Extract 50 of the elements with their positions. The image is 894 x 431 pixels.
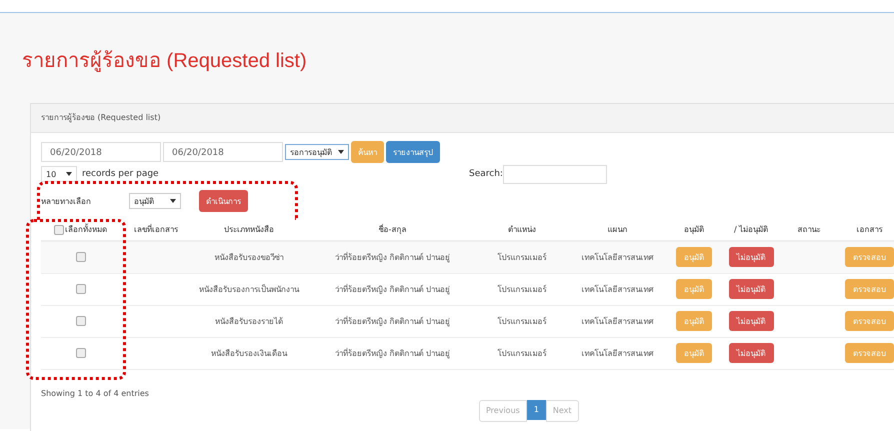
date-field[interactable]: 06/20/2018 (41, 142, 161, 162)
dropdown[interactable]: รอการอนุมัติ (285, 144, 349, 160)
page-button[interactable]: 1 (526, 400, 546, 420)
column-header[interactable]: ตำแหน่ง (508, 225, 536, 234)
reject-button[interactable]: ไม่อนุมัติ (728, 279, 774, 299)
column-header[interactable]: อนุมัติ (684, 225, 704, 234)
table-cell: ว่าที่ร้อยตรีหญิง กิตติกานต์ ปานอยู่ (334, 316, 450, 326)
checkbox[interactable] (76, 252, 86, 262)
checkbox[interactable] (54, 224, 64, 234)
execute-button[interactable]: ดำเนินการ (199, 190, 248, 212)
column-header[interactable]: สถานะ (798, 225, 821, 234)
table-cell: เทคโนโลยีสารสนเทศ (582, 348, 654, 358)
reject-button[interactable]: ไม่อนุมัติ (728, 343, 774, 363)
bulk-label: หลายทางเลือก (41, 196, 92, 208)
checkbox[interactable] (76, 316, 86, 326)
table-cell: โปรแกรมเมอร์ (497, 316, 546, 326)
table-cell: ว่าที่ร้อยตรีหญิง กิตติกานต์ ปานอยู่ (334, 284, 450, 294)
page-title: รายการผู้ร้องขอ (Requested list) (22, 49, 308, 74)
dropdown[interactable]: 10 (41, 166, 77, 182)
records-label: records per page (82, 169, 159, 179)
checkbox[interactable] (76, 284, 86, 294)
panel-header: รายการผู้ร้องขอ (Requested list) (31, 104, 894, 133)
column-header[interactable]: / ไม่อนุมัติ (734, 225, 768, 234)
table-cell: หนังสือรับรองรายได้ (214, 316, 283, 326)
table-cell: ว่าที่ร้อยตรีหญิง กิตติกานต์ ปานอยู่ (334, 252, 450, 262)
search-label: Search: (469, 169, 503, 179)
search-field[interactable] (502, 164, 607, 184)
table-cell: หนังสือรับรองเงินเดือน (210, 348, 287, 358)
column-header[interactable]: เลือกทั้งหมด (65, 223, 108, 236)
date-field[interactable]: 06/20/2018 (163, 142, 283, 162)
column-header[interactable]: เอกสาร (856, 225, 882, 234)
checkbox[interactable] (76, 348, 86, 358)
table-cell: โปรแกรมเมอร์ (497, 252, 546, 262)
report-button[interactable]: รายงานสรุป (386, 141, 440, 163)
column-header[interactable]: แผนก (608, 225, 628, 234)
reject-button[interactable]: ไม่อนุมัติ (728, 311, 774, 331)
table-cell: เทคโนโลยีสารสนเทศ (582, 284, 654, 294)
entries-info: Showing 1 to 4 of 4 entries (41, 388, 150, 398)
dropdown[interactable]: อนุมัติ (129, 193, 181, 209)
reject-button[interactable]: ไม่อนุมัติ (728, 247, 774, 268)
table-cell: โปรแกรมเมอร์ (497, 284, 546, 294)
table-cell: หนังสือรับรองขอวีซ่า (214, 252, 284, 262)
column-header[interactable]: เลขที่เอกสาร (134, 225, 178, 234)
column-header[interactable]: ชื่อ-สกุล (378, 225, 406, 234)
table-cell: เทคโนโลยีสารสนเทศ (582, 316, 654, 326)
table-cell: เทคโนโลยีสารสนเทศ (582, 252, 654, 262)
column-header[interactable]: ประเภทหนังสือ (224, 225, 274, 234)
table-cell: โปรแกรมเมอร์ (497, 348, 546, 358)
table-cell: ว่าที่ร้อยตรีหญิง กิตติกานต์ ปานอยู่ (334, 348, 450, 358)
table-cell: หนังสือรับรองการเป็นพนักงาน (198, 284, 299, 294)
